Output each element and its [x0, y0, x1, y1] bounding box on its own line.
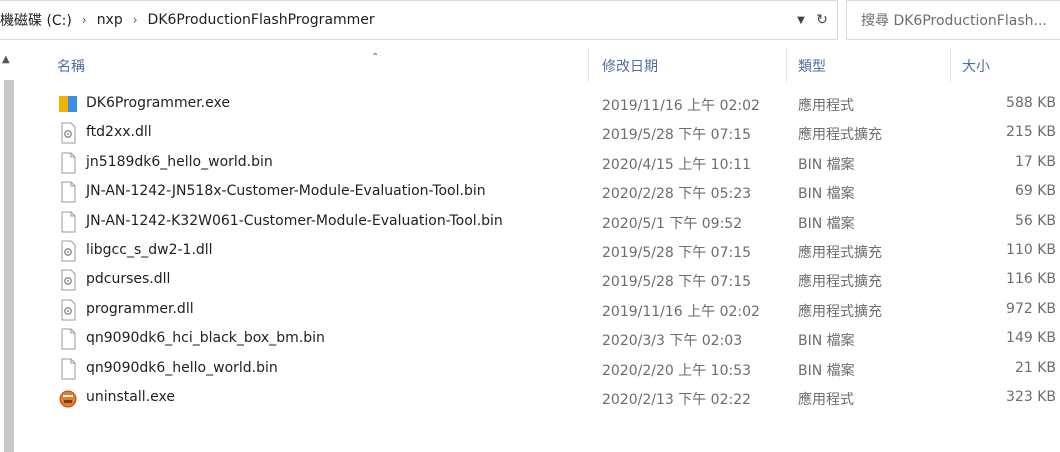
generic-file-icon [61, 358, 76, 380]
column-header-name-label: 名稱 [57, 59, 85, 75]
file-row[interactable]: JN-AN-1242-K32W061-Customer-Module-Evalu… [0, 208, 1060, 237]
breadcrumb-current-folder[interactable]: DK6ProductionFlashProgrammer [148, 12, 375, 28]
file-name: jn5189dk6_hello_world.bin [86, 153, 273, 170]
refresh-icon[interactable]: ↻ [813, 12, 831, 28]
file-type: BIN 檔案 [798, 362, 855, 379]
file-row[interactable]: libgcc_s_dw2-1.dll 2019/5/28 下午 07:15 應用… [0, 237, 1060, 266]
sort-ascending-icon: ⌃ [371, 52, 380, 63]
dll-file-icon [61, 240, 76, 262]
generic-file-icon [61, 152, 76, 174]
breadcrumb-separator[interactable]: › [133, 13, 138, 27]
generic-file-icon [61, 211, 76, 233]
file-row[interactable]: jn5189dk6_hello_world.bin 2020/4/15 上午 1… [0, 149, 1060, 178]
file-type: BIN 檔案 [798, 215, 855, 232]
file-size: 323 KB [1006, 388, 1056, 405]
search-input[interactable]: 搜尋 DK6ProductionFlash... [846, 0, 1060, 40]
file-date: 2020/2/13 下午 02:22 [602, 391, 752, 408]
app-exe-icon [59, 96, 77, 112]
file-date: 2019/5/28 下午 07:15 [602, 244, 752, 261]
file-type: 應用程式擴充 [798, 244, 882, 261]
file-row[interactable]: qn9090dk6_hci_black_box_bm.bin 2020/3/3 … [0, 325, 1060, 354]
file-size: 56 KB [1014, 212, 1056, 229]
file-type: 應用程式 [798, 98, 854, 114]
file-name: qn9090dk6_hello_world.bin [86, 359, 278, 376]
file-size: 69 KB [1014, 183, 1056, 200]
file-date: 2020/2/28 下午 05:23 [602, 186, 752, 203]
breadcrumb-nxp[interactable]: nxp [97, 12, 123, 28]
file-name: DK6Programmer.exe [86, 95, 230, 111]
file-size: 215 KB [1006, 124, 1056, 141]
file-size: 972 KB [1006, 300, 1056, 317]
file-date: 2020/4/15 上午 10:11 [602, 156, 752, 173]
uninstall-icon [59, 390, 77, 408]
file-size: 588 KB [1006, 95, 1056, 111]
file-size: 116 KB [1006, 271, 1056, 288]
file-name: uninstall.exe [86, 388, 175, 405]
generic-file-icon [61, 181, 76, 203]
file-row[interactable]: DK6Programmer.exe 2019/11/16 上午 02:02 應用… [0, 90, 1060, 119]
file-name: programmer.dll [86, 300, 194, 317]
file-type: 應用程式擴充 [798, 274, 882, 291]
column-header-type[interactable]: 類型 [798, 56, 826, 76]
file-type: 應用程式 [798, 391, 854, 408]
address-dropdown-icon[interactable]: ▼ [795, 15, 807, 26]
file-row[interactable]: qn9090dk6_hello_world.bin 2020/2/20 上午 1… [0, 355, 1060, 384]
column-header-name[interactable]: 名稱 ⌃ [57, 52, 379, 76]
search-placeholder: 搜尋 DK6ProductionFlash... [861, 13, 1047, 29]
file-type: BIN 檔案 [798, 333, 855, 350]
file-name: pdcurses.dll [86, 271, 171, 288]
file-name: qn9090dk6_hci_black_box_bm.bin [86, 330, 325, 347]
file-row[interactable]: ftd2xx.dll 2019/5/28 下午 07:15 應用程式擴充 215… [0, 119, 1060, 148]
dll-file-icon [61, 299, 76, 321]
file-date: 2019/11/16 上午 02:02 [602, 98, 760, 114]
address-bar[interactable]: 本機磁碟 (C:) › nxp › DK6ProductionFlashProg… [0, 0, 838, 40]
file-date: 2020/3/3 下午 02:03 [602, 333, 743, 350]
column-divider[interactable] [786, 48, 787, 82]
column-divider[interactable] [950, 48, 951, 82]
file-date: 2019/5/28 下午 07:15 [602, 127, 752, 144]
breadcrumb-drive[interactable]: 本機磁碟 (C:) [0, 10, 72, 30]
file-name: ftd2xx.dll [86, 124, 152, 141]
file-size: 21 KB [1014, 359, 1056, 376]
column-header-date[interactable]: 修改日期 [602, 56, 658, 76]
file-list: DK6Programmer.exe 2019/11/16 上午 02:02 應用… [0, 90, 1060, 413]
file-date: 2020/2/20 上午 10:53 [602, 362, 752, 379]
dll-file-icon [61, 122, 76, 144]
file-type: 應用程式擴充 [798, 303, 882, 320]
file-name: JN-AN-1242-JN518x-Customer-Module-Evalua… [86, 183, 486, 200]
file-type: BIN 檔案 [798, 186, 855, 203]
file-row[interactable]: pdcurses.dll 2019/5/28 下午 07:15 應用程式擴充 1… [0, 266, 1060, 295]
column-divider[interactable] [588, 48, 589, 82]
file-size: 17 KB [1014, 153, 1056, 170]
file-date: 2019/5/28 下午 07:15 [602, 274, 752, 291]
generic-file-icon [61, 328, 76, 350]
file-size: 110 KB [1006, 241, 1056, 258]
file-date: 2020/5/1 下午 09:52 [602, 215, 743, 232]
file-row[interactable]: uninstall.exe 2020/2/13 下午 02:22 應用程式 32… [0, 384, 1060, 413]
breadcrumb-separator[interactable]: › [82, 13, 87, 27]
column-header-row: 名稱 ⌃ 修改日期 類型 大小 [0, 48, 1060, 82]
file-row[interactable]: programmer.dll 2019/11/16 上午 02:02 應用程式擴… [0, 296, 1060, 325]
file-date: 2019/11/16 上午 02:02 [602, 303, 760, 320]
file-type: 應用程式擴充 [798, 127, 882, 144]
dll-file-icon [61, 269, 76, 291]
file-type: BIN 檔案 [798, 156, 855, 173]
file-name: JN-AN-1242-K32W061-Customer-Module-Evalu… [86, 212, 503, 229]
file-name: libgcc_s_dw2-1.dll [86, 241, 213, 258]
file-row[interactable]: JN-AN-1242-JN518x-Customer-Module-Evalua… [0, 178, 1060, 207]
file-size: 149 KB [1006, 330, 1056, 347]
column-header-size[interactable]: 大小 [962, 56, 990, 76]
